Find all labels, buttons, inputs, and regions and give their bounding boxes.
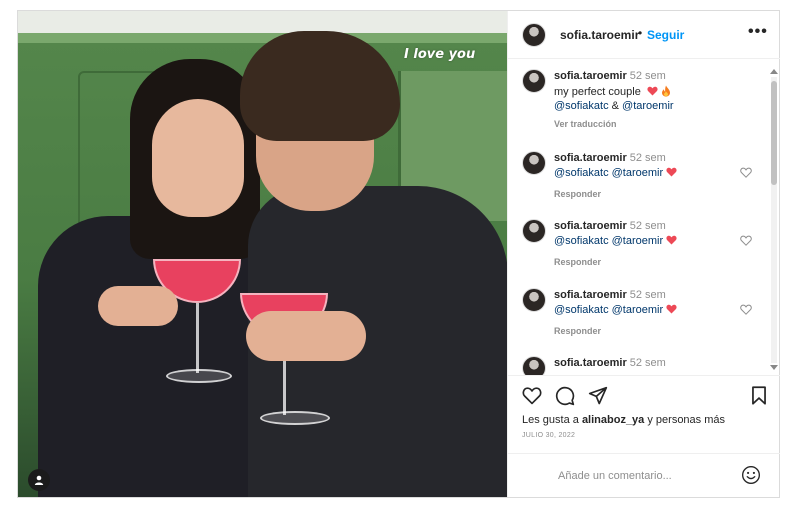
avatar[interactable] — [522, 356, 546, 375]
likes-summary: Les gusta a alinaboz_ya y personas más — [522, 414, 725, 426]
caption-connector: & — [611, 100, 619, 112]
bookmark-icon[interactable] — [751, 386, 767, 405]
photo-overlay-text: I love you — [404, 47, 476, 62]
mention-link[interactable]: @sofiakatc — [554, 235, 609, 247]
avatar[interactable] — [522, 151, 546, 175]
avatar[interactable] — [522, 219, 546, 243]
scroll-down-arrow-icon[interactable] — [770, 365, 778, 370]
comment-item: sofia.taroemir 52 sem @sofiakatc @taroemi… — [508, 288, 768, 348]
reply-link[interactable]: Responder — [554, 189, 601, 199]
add-comment-input[interactable]: Añade un comentario... — [558, 470, 672, 482]
comment-text-line: @sofiakatc @taroemir — [554, 304, 677, 316]
comment-username[interactable]: sofia.taroemir — [554, 220, 627, 232]
like-comment-heart-icon[interactable] — [740, 235, 752, 246]
avatar[interactable] — [522, 23, 546, 47]
comment-time: 52 sem — [629, 220, 666, 232]
fire-icon — [661, 85, 670, 97]
comment-time: 52 sem — [629, 357, 666, 369]
heart-icon — [666, 304, 677, 314]
translate-link[interactable]: Ver traducción — [554, 119, 617, 129]
caption-text-line: my perfect couple — [554, 85, 671, 98]
comment-text-line: @sofiakatc @taroemir — [554, 235, 677, 247]
scroll-up-arrow-icon[interactable] — [770, 69, 778, 74]
likes-suffix[interactable]: y personas más — [647, 414, 725, 426]
like-heart-icon[interactable] — [522, 386, 542, 405]
comment-time: 52 sem — [629, 152, 666, 164]
post-photo[interactable]: I love you — [18, 11, 507, 497]
caption: sofia.taroemir 52 sem my perfect couple @… — [508, 69, 768, 133]
action-bar — [508, 375, 780, 415]
comments-scrollbar[interactable] — [769, 67, 778, 373]
comment-item: sofia.taroemir 52 sem @sofiakatc @taroemi… — [508, 219, 768, 279]
comment-time: 52 sem — [629, 289, 666, 301]
header-separator: • — [638, 26, 643, 40]
mention-link[interactable]: @taroemir — [622, 100, 674, 112]
mention-link[interactable]: @taroemir — [612, 235, 664, 247]
follow-button[interactable]: Seguir — [647, 28, 684, 42]
header-username[interactable]: sofia.taroemir — [560, 28, 639, 42]
likes-prefix: Les gusta a — [522, 414, 579, 426]
man-hair — [240, 31, 400, 141]
more-options-icon[interactable]: ••• — [748, 23, 768, 41]
caption-line: sofia.taroemir 52 sem — [554, 70, 666, 82]
instagram-post: I love you sofia.taroemir • Seguir ••• s… — [17, 10, 780, 498]
comment-header-line: sofia.taroemir 52 sem — [554, 152, 666, 164]
comment-icon[interactable] — [555, 386, 575, 406]
comment-username[interactable]: sofia.taroemir — [554, 289, 627, 301]
avatar[interactable] — [522, 69, 546, 93]
like-comment-heart-icon[interactable] — [740, 167, 752, 178]
comments-list[interactable]: sofia.taroemir 52 sem my perfect couple @… — [508, 59, 780, 375]
post-side-panel: sofia.taroemir • Seguir ••• sofia.taroem… — [507, 11, 780, 497]
comment-header-line: sofia.taroemir 52 sem — [554, 357, 666, 369]
hand — [98, 286, 178, 326]
glass-foot — [166, 369, 232, 383]
post-header: sofia.taroemir • Seguir ••• — [508, 11, 780, 59]
scrollbar-thumb[interactable] — [771, 81, 777, 185]
avatar[interactable] — [522, 288, 546, 312]
post-date: JULIO 30, 2022 — [522, 432, 576, 439]
heart-icon — [647, 86, 658, 96]
truck-roof — [18, 11, 507, 33]
comment-item: sofia.taroemir 52 sem @sofiakatc @taroemi… — [508, 151, 768, 211]
glass-stem — [196, 303, 199, 373]
mention-link[interactable]: @taroemir — [612, 304, 664, 316]
mention-link[interactable]: @sofiakatc — [554, 100, 609, 112]
comment-username[interactable]: sofia.taroemir — [554, 152, 627, 164]
emoji-icon[interactable] — [741, 465, 761, 485]
add-comment-bar: Añade un comentario... — [508, 453, 780, 497]
glass-foot — [260, 411, 330, 425]
reply-link[interactable]: Responder — [554, 257, 601, 267]
woman-face — [152, 99, 244, 217]
caption-time: 52 sem — [629, 70, 666, 82]
share-icon[interactable] — [588, 386, 608, 406]
caption-mentions-line: @sofiakatc & @taroemir — [554, 100, 674, 112]
caption-username[interactable]: sofia.taroemir — [554, 70, 627, 82]
comment-item: sofia.taroemir 52 sem — [508, 356, 768, 375]
caption-text: my perfect couple — [554, 86, 641, 98]
mention-link[interactable]: @taroemir — [612, 167, 664, 179]
hand — [246, 311, 366, 361]
comment-username[interactable]: sofia.taroemir — [554, 357, 627, 369]
likes-user-link[interactable]: alinaboz_ya — [582, 414, 644, 426]
mention-link[interactable]: @sofiakatc — [554, 304, 609, 316]
reply-link[interactable]: Responder — [554, 326, 601, 336]
heart-icon — [666, 235, 677, 245]
like-comment-heart-icon[interactable] — [740, 304, 752, 315]
comment-header-line: sofia.taroemir 52 sem — [554, 220, 666, 232]
heart-icon — [666, 167, 677, 177]
comment-header-line: sofia.taroemir 52 sem — [554, 289, 666, 301]
user-tag-icon — [34, 475, 44, 485]
tagged-users-button[interactable] — [28, 469, 50, 491]
truck-stripe — [18, 33, 507, 43]
comment-text-line: @sofiakatc @taroemir — [554, 167, 677, 179]
mention-link[interactable]: @sofiakatc — [554, 167, 609, 179]
